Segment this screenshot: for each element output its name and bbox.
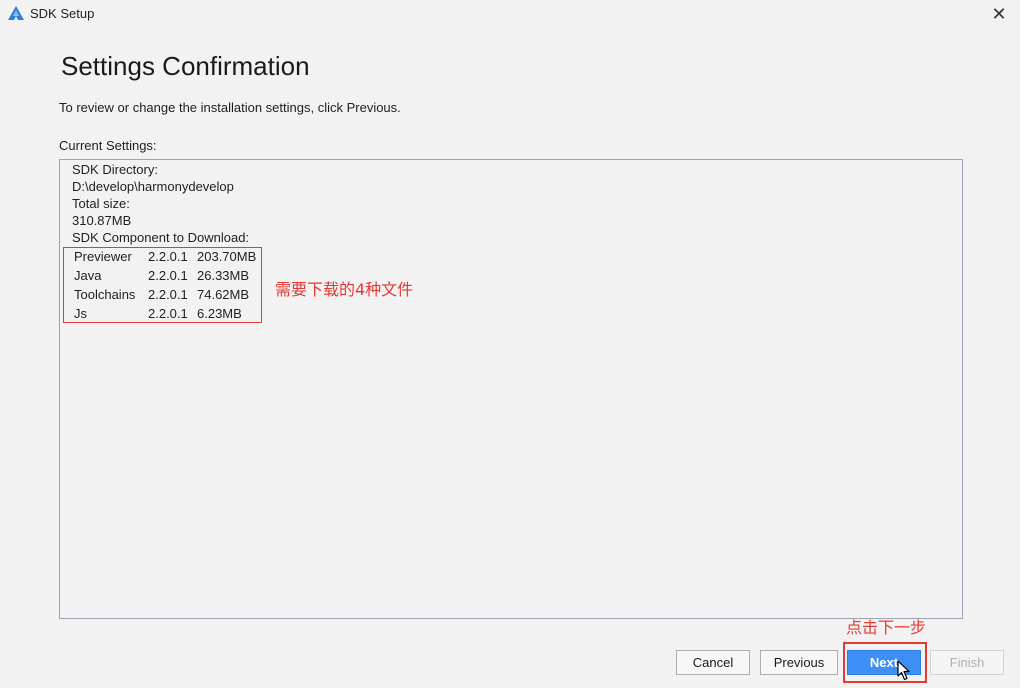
files-annotation: 需要下载的4种文件: [275, 280, 414, 299]
total-size-value: 310.87MB: [72, 213, 132, 228]
instruction-text: To review or change the installation set…: [59, 100, 401, 115]
components-highlight-box: Previewer 2.2.0.1 203.70MB Java 2.2.0.1 …: [63, 247, 262, 323]
component-size: 6.23MB: [197, 306, 242, 321]
window-title: SDK Setup: [30, 6, 95, 21]
sdk-directory-value: D:\develop\harmonydevelop: [72, 179, 234, 194]
component-size: 203.70MB: [197, 249, 257, 264]
title-bar: SDK Setup ✕: [0, 0, 1020, 28]
component-version: 2.2.0.1: [148, 249, 188, 264]
finish-button: Finish: [930, 650, 1004, 675]
component-row: Java 2.2.0.1 26.33MB: [64, 268, 261, 287]
settings-summary-box[interactable]: SDK Directory: D:\develop\harmonydevelop…: [59, 159, 963, 619]
component-size: 74.62MB: [197, 287, 250, 302]
component-version: 2.2.0.1: [148, 268, 188, 283]
component-row: Toolchains 2.2.0.1 74.62MB: [64, 287, 261, 306]
close-button[interactable]: ✕: [984, 0, 1014, 28]
page-title: Settings Confirmation: [61, 51, 310, 81]
cancel-button[interactable]: Cancel: [676, 650, 750, 675]
component-version: 2.2.0.1: [148, 287, 188, 302]
component-version: 2.2.0.1: [148, 306, 188, 321]
close-icon: ✕: [991, 3, 1007, 24]
component-name: Java: [74, 268, 102, 283]
component-row: Js 2.2.0.1 6.23MB: [64, 306, 261, 325]
components-label: SDK Component to Download:: [72, 230, 250, 245]
component-name: Js: [74, 306, 87, 321]
previous-button[interactable]: Previous: [760, 650, 838, 675]
current-settings-label: Current Settings:: [59, 138, 157, 153]
total-size-label: Total size:: [72, 196, 130, 211]
component-name: Toolchains: [74, 287, 136, 302]
sdk-directory-label: SDK Directory:: [72, 162, 158, 177]
mouse-pointer-icon: [897, 660, 910, 681]
app-logo-icon: [8, 6, 24, 20]
next-step-annotation: 点击下一步: [846, 618, 927, 637]
component-name: Previewer: [74, 249, 132, 264]
component-size: 26.33MB: [197, 268, 250, 283]
component-row: Previewer 2.2.0.1 203.70MB: [64, 249, 261, 268]
